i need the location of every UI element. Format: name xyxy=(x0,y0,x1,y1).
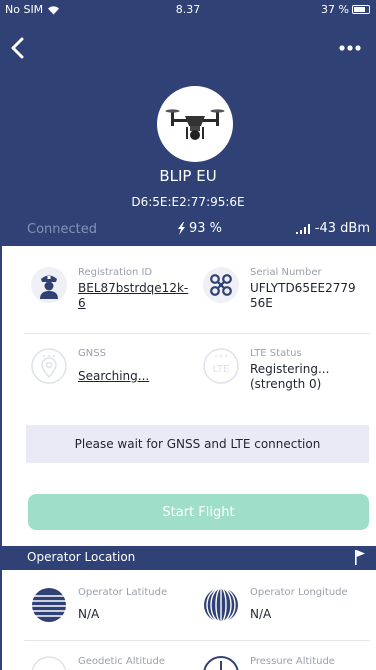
operator-longitude-label: Operator Longitude xyxy=(250,587,348,598)
serial-number-item: Serial Number UFLYTD65EE2779 56E xyxy=(202,266,356,311)
lte-status-value: Registering... (strength 0) xyxy=(250,362,329,392)
pressure-altitude-item: Pressure Altitude xyxy=(202,655,335,670)
lte-icon: LTE xyxy=(203,348,239,384)
operator-latitude-value: N/A xyxy=(78,607,100,621)
more-icon[interactable] xyxy=(336,38,364,58)
pilot-icon xyxy=(31,267,67,303)
serial-number-line2: 56E xyxy=(250,296,273,310)
registration-id-line1[interactable]: BEL87bstrdqe12k- xyxy=(78,281,188,296)
drone-serial-icon xyxy=(203,267,239,303)
info-divider xyxy=(24,333,370,334)
operator-latitude-item: Operator Latitude N/A xyxy=(30,586,167,624)
wait-banner: Please wait for GNSS and LTE connection xyxy=(26,425,369,463)
registration-id-value[interactable]: BEL87bstrdqe12k- 6 xyxy=(78,281,188,311)
battery-percent: 37 % xyxy=(321,3,349,16)
device-stats-row: Connected 93 % -43 dBm xyxy=(0,218,376,244)
connection-status: Connected xyxy=(27,222,98,237)
drone-battery: 93 % xyxy=(177,221,222,236)
lte-status-label: LTE Status xyxy=(250,348,302,359)
battery-icon xyxy=(352,5,370,14)
geodetic-altitude-item: Geodetic Altitude xyxy=(30,655,165,670)
start-flight-button[interactable]: Start Flight xyxy=(28,494,369,530)
signal-bars-icon xyxy=(295,223,310,234)
left-edge-rule xyxy=(0,246,2,670)
operator-latitude-label: Operator Latitude xyxy=(78,587,168,598)
signal-value: -43 dBm xyxy=(314,221,370,236)
clock: 8.37 xyxy=(175,3,201,16)
latitude-icon xyxy=(32,588,66,622)
lte-status-item: LTE LTE Status Registering... (strength … xyxy=(202,347,329,392)
operator-location-header: Operator Location xyxy=(0,546,376,570)
altitude-icon xyxy=(31,656,67,670)
drone-battery-value: 93 % xyxy=(189,221,223,236)
section-title: Operator Location xyxy=(27,550,136,564)
serial-number-line1: UFLYTD65EE2779 xyxy=(250,281,356,295)
device-name: BLIP EU xyxy=(159,167,217,185)
registration-id-line2[interactable]: 6 xyxy=(78,296,188,311)
lte-status-line2: (strength 0) xyxy=(250,377,322,391)
gnss-icon xyxy=(31,348,67,384)
gnss-item: GNSS Searching... xyxy=(30,347,149,385)
pressure-altitude-label: Pressure Altitude xyxy=(250,656,335,667)
serial-number-value: UFLYTD65EE2779 56E xyxy=(250,281,356,311)
gnss-value[interactable]: Searching... xyxy=(78,369,149,384)
svg-text:LTE: LTE xyxy=(213,364,230,375)
longitude-icon xyxy=(204,587,238,623)
status-bar: No SIM 8.37 37 % xyxy=(0,3,376,19)
drone-avatar xyxy=(157,86,233,162)
flag-icon[interactable] xyxy=(354,549,366,565)
gnss-label: GNSS xyxy=(78,348,106,359)
back-arrow-icon[interactable] xyxy=(7,34,31,62)
operator-divider xyxy=(24,640,370,641)
registration-id-item: Registration ID BEL87bstrdqe12k- 6 xyxy=(30,266,188,311)
device-header: No SIM 8.37 37 % BLIP EU D6:5E:E2:77:95:… xyxy=(0,0,376,246)
signal-strength: -43 dBm xyxy=(295,221,370,236)
geodetic-altitude-label: Geodetic Altitude xyxy=(78,656,165,667)
lightning-icon xyxy=(178,222,185,235)
serial-number-label: Serial Number xyxy=(250,267,322,278)
registration-id-label: Registration ID xyxy=(78,267,153,278)
pressure-gauge-icon xyxy=(203,656,239,670)
operator-longitude-item: Operator Longitude N/A xyxy=(202,586,348,624)
device-mac-address: D6:5E:E2:77:95:6E xyxy=(131,195,245,209)
drone-icon xyxy=(165,109,225,140)
operator-longitude-value: N/A xyxy=(250,607,272,621)
lte-status-line1: Registering... xyxy=(250,362,330,376)
